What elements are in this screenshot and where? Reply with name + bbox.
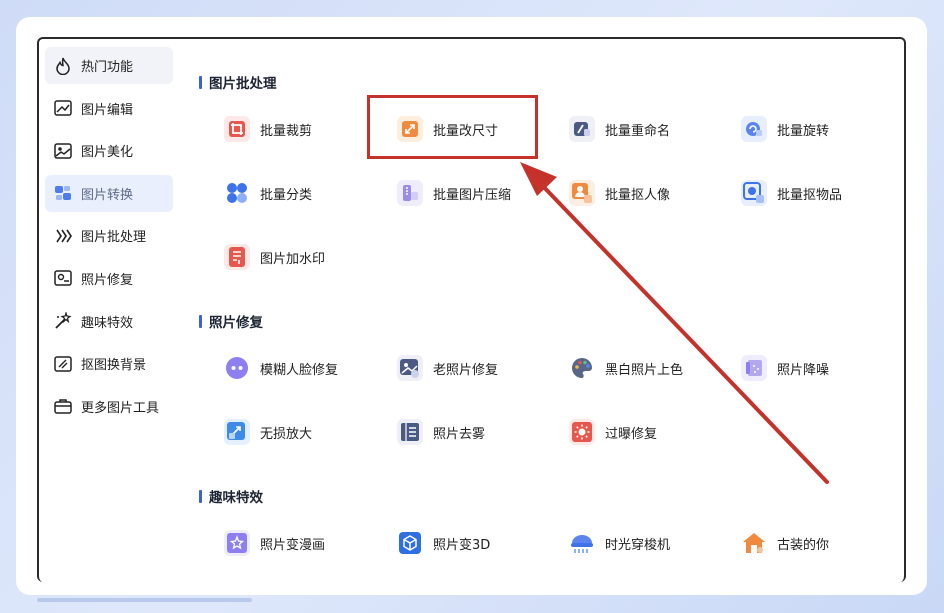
- tool-label: 模糊人脸修复: [260, 362, 339, 378]
- tool-label: 照片变3D: [433, 537, 491, 553]
- sidebar-item-hot[interactable]: 热门功能: [45, 47, 173, 84]
- upscale-icon: [224, 419, 250, 445]
- section-marker: [199, 489, 202, 503]
- tool-colorize[interactable]: 黑白照片上色: [569, 353, 683, 383]
- sidebar-item-label: 抠图换背景: [81, 358, 147, 374]
- section-title-batch: 图片批处理: [199, 72, 277, 92]
- tool-label: 老照片修复: [433, 362, 499, 378]
- sidebar-item-image-edit[interactable]: 图片编辑: [45, 90, 173, 127]
- sidebar-item-label: 趣味特效: [81, 315, 134, 331]
- tool-label: 时光穿梭机: [605, 537, 671, 553]
- highlight-box: [367, 95, 538, 159]
- sidebar-item-batch[interactable]: 图片批处理: [45, 217, 173, 254]
- image-edit-icon: [53, 98, 73, 118]
- tool-time-machine[interactable]: 时光穿梭机: [569, 528, 670, 558]
- classify-icon: [224, 180, 250, 206]
- compress-icon: [397, 180, 423, 206]
- tool-ancient-costume[interactable]: 古装的你: [741, 528, 829, 558]
- tool-old-photo-restore[interactable]: 老照片修复: [397, 353, 498, 383]
- fire-icon: [53, 56, 73, 76]
- tool-overexposure-repair[interactable]: 过曝修复: [569, 417, 657, 447]
- denoise-icon: [741, 355, 767, 381]
- section-marker: [199, 314, 202, 328]
- old-photo-icon: [397, 355, 423, 381]
- tool-label: 古装的你: [777, 537, 830, 553]
- batch-icon: [53, 226, 73, 246]
- tool-lossless-upscale[interactable]: 无损放大: [224, 417, 312, 447]
- cutout-icon: [53, 354, 73, 374]
- toolbox-icon: [53, 396, 73, 416]
- tool-label: 黑白照片上色: [605, 362, 684, 378]
- tool-label: 批量旋转: [777, 123, 830, 139]
- section-title-text: 照片修复: [209, 315, 263, 331]
- tool-label: 照片去雾: [433, 426, 486, 442]
- tool-watermark[interactable]: 图片加水印: [224, 242, 325, 272]
- tool-label: 批量重命名: [605, 123, 671, 139]
- tool-label: 批量图片压缩: [433, 187, 512, 203]
- sidebar-item-label: 图片转换: [81, 187, 134, 203]
- tool-label: 批量抠人像: [605, 187, 671, 203]
- tool-denoise[interactable]: 照片降噪: [741, 353, 829, 383]
- sidebar-item-more-tools[interactable]: 更多图片工具: [45, 388, 173, 425]
- tool-3d[interactable]: 照片变3D: [397, 528, 490, 558]
- photo-repair-icon: [53, 268, 73, 288]
- sidebar-item-fun-effects[interactable]: 趣味特效: [45, 303, 173, 340]
- section-title-text: 图片批处理: [209, 76, 277, 92]
- tool-label: 批量裁剪: [260, 123, 313, 139]
- sidebar-item-photo-repair[interactable]: 照片修复: [45, 260, 173, 297]
- time-machine-icon: [569, 530, 595, 556]
- sidebar-item-image-beautify[interactable]: 图片美化: [45, 132, 173, 169]
- sidebar-item-cutout[interactable]: 抠图换背景: [45, 345, 173, 382]
- rename-icon: [569, 116, 595, 142]
- tool-label: 过曝修复: [605, 426, 658, 442]
- dehaze-icon: [397, 419, 423, 445]
- comic-icon: [224, 530, 250, 556]
- tool-label: 照片变漫画: [260, 537, 326, 553]
- house-icon: [741, 530, 767, 556]
- cube-icon: [397, 530, 423, 556]
- sidebar-item-label: 图片编辑: [81, 102, 134, 118]
- tool-comic[interactable]: 照片变漫画: [224, 528, 325, 558]
- section-title-fun: 趣味特效: [199, 486, 263, 506]
- face-restore-icon: [224, 355, 250, 381]
- tool-label: 图片加水印: [260, 251, 326, 267]
- portrait-cutout-icon: [569, 180, 595, 206]
- sidebar-item-label: 更多图片工具: [81, 400, 160, 416]
- tool-label: 无损放大: [260, 426, 313, 442]
- sidebar-item-image-convert[interactable]: 图片转换: [45, 174, 173, 212]
- magic-icon: [53, 311, 73, 331]
- tool-batch-cutout-portrait[interactable]: 批量抠人像: [569, 178, 670, 208]
- sidebar: 热门功能 图片编辑 图片美化 图片转换 图片批处理 照片修复 趣味特效 抠图换背…: [45, 47, 173, 430]
- section-marker: [199, 75, 202, 89]
- tool-batch-rotate[interactable]: 批量旋转: [741, 114, 829, 144]
- tool-batch-cutout-object[interactable]: 批量抠物品: [741, 178, 842, 208]
- section-title-repair: 照片修复: [199, 311, 263, 331]
- crop-icon: [224, 116, 250, 142]
- tool-face-restore[interactable]: 模糊人脸修复: [224, 353, 338, 383]
- sidebar-item-label: 图片美化: [81, 145, 134, 161]
- convert-icon: [53, 183, 73, 203]
- tool-batch-rename[interactable]: 批量重命名: [569, 114, 670, 144]
- rotate-icon: [741, 116, 767, 142]
- section-title-text: 趣味特效: [209, 490, 263, 506]
- scroll-indicator: [37, 598, 252, 602]
- tool-dehaze[interactable]: 照片去雾: [397, 417, 485, 447]
- tool-batch-crop[interactable]: 批量裁剪: [224, 114, 312, 144]
- sun-icon: [569, 419, 595, 445]
- tool-label: 批量分类: [260, 187, 313, 203]
- app-window: 热门功能 图片编辑 图片美化 图片转换 图片批处理 照片修复 趣味特效 抠图换背…: [37, 37, 906, 582]
- sidebar-item-label: 照片修复: [81, 272, 134, 288]
- palette-icon: [569, 355, 595, 381]
- object-cutout-icon: [741, 180, 767, 206]
- tool-batch-classify[interactable]: 批量分类: [224, 178, 312, 208]
- tool-label: 批量抠物品: [777, 187, 843, 203]
- tool-label: 照片降噪: [777, 362, 830, 378]
- tool-batch-compress[interactable]: 批量图片压缩: [397, 178, 511, 208]
- image-beautify-icon: [53, 141, 73, 161]
- sidebar-item-label: 图片批处理: [81, 230, 147, 246]
- sidebar-item-label: 热门功能: [81, 60, 134, 75]
- watermark-icon: [224, 244, 250, 270]
